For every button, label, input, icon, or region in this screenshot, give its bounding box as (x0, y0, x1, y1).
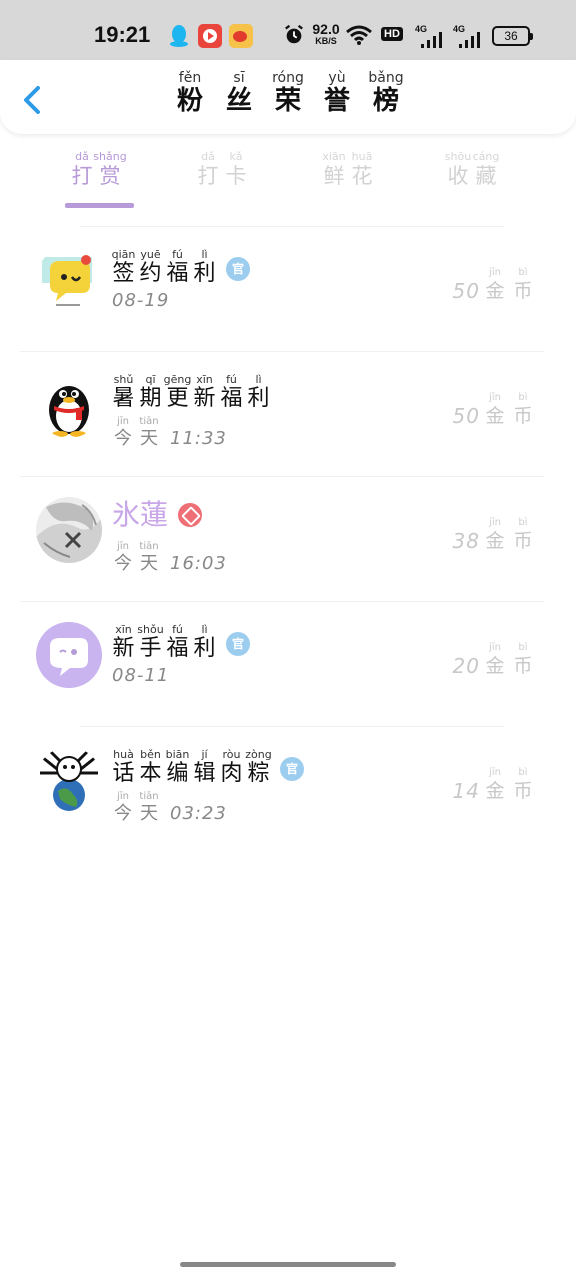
home-indicator[interactable] (180, 1262, 396, 1267)
title-char: sī 丝 (225, 70, 252, 116)
item-name: shǔ 暑 qī 期 gēng 更 xīn 新 fú 福 lì 利 (112, 373, 270, 411)
coin-amount: 50 jīn 金 bì 币 (452, 392, 533, 428)
hd-badge: HD (381, 27, 403, 41)
title-char: róng 荣 (272, 70, 304, 116)
list-item[interactable]: shǔ 暑 qī 期 gēng 更 xīn 新 fú 福 lì 利 jīn 今 tiān 天 1… (0, 351, 576, 476)
title-char: yù 誉 (323, 70, 350, 116)
item-time: 08-19 (112, 290, 170, 311)
gem-badge (178, 503, 203, 527)
item-name: huà 话 běn 本 biān 编 jí 辑 ròu 肉 zòng 粽 官 (112, 748, 304, 787)
tab-checkin[interactable]: dǎ 打 kǎ 卡 (196, 150, 248, 210)
tab-bar: dǎ 打 shǎng 赏 dǎ 打 kǎ 卡 xiān 鲜 huā 花 shōu 收 cáng… (0, 150, 576, 210)
tab-collect[interactable]: shōu 收 cáng 藏 (445, 150, 500, 210)
app-header: fěn 粉 sī 丝 róng 荣 yù 誉 bǎng 榜 (0, 60, 576, 134)
net-speed: 92.0 KB/S (312, 21, 340, 46)
list-item[interactable]: qiān 签 yuē 约 fú 福 lì 利 官 08-19 50 jīn 金 bì 币 (0, 226, 576, 351)
avatar[interactable] (36, 622, 102, 688)
item-name: xīn 新 shǒu 手 fú 福 lì 利 官 (112, 623, 250, 662)
official-badge: 官 (226, 257, 250, 281)
tab-reward[interactable]: dǎ 打 shǎng 赏 (70, 150, 127, 210)
item-name: qiān 签 yuē 约 fú 福 lì 利 官 (112, 248, 250, 287)
divider (20, 476, 544, 477)
list-item[interactable]: xīn 新 shǒu 手 fú 福 lì 利 官 08-11 20 jīn 金 bì 币 (0, 601, 576, 726)
coin-amount: 50 jīn 金 bì 币 (452, 267, 533, 303)
page-title: fěn 粉 sī 丝 róng 荣 yù 誉 bǎng 榜 (0, 70, 576, 116)
avatar[interactable] (36, 747, 102, 813)
title-char: fěn 粉 (176, 70, 203, 116)
coin-amount: 38 jīn 金 bì 币 (452, 517, 533, 553)
item-time: 08-11 (112, 665, 170, 686)
wifi-icon (345, 24, 373, 50)
video-app-icon (198, 24, 222, 48)
battery-indicator: 36 (492, 26, 533, 46)
item-time: jīn 今 tiān 天 16:03 (114, 541, 227, 574)
divider (80, 226, 504, 227)
official-badge: 官 (226, 632, 250, 656)
avatar[interactable] (36, 372, 102, 438)
item-time: jīn 今 tiān 天 11:33 (114, 416, 227, 449)
coin-amount: 20 jīn 金 bì 币 (452, 642, 533, 678)
qq-icon (167, 24, 191, 48)
coin-amount: 14 jīn 金 bì 币 (452, 767, 533, 803)
divider (80, 726, 504, 727)
avatar[interactable] (36, 247, 102, 313)
avatar[interactable] (36, 497, 102, 563)
item-name: 氷蓮 (112, 498, 203, 532)
active-tab-indicator (65, 203, 134, 208)
status-bar: 19:21 92.0 KB/S HD 4G 4G 36 (0, 0, 576, 60)
list-item[interactable]: 氷蓮 jīn 今 tiān 天 16:03 38 jīn 金 bì 币 (0, 476, 576, 601)
weibo-icon (229, 24, 253, 48)
signal-icon-1: 4G (415, 24, 445, 48)
divider (20, 351, 544, 352)
official-badge: 官 (280, 757, 304, 781)
item-time: jīn 今 tiān 天 03:23 (114, 791, 227, 824)
alarm-icon (283, 24, 307, 48)
status-time: 19:21 (94, 22, 151, 47)
title-char: bǎng 榜 (368, 70, 404, 116)
list-item[interactable]: huà 话 běn 本 biān 编 jí 辑 ròu 肉 zòng 粽 官 jīn 今 ti… (0, 726, 576, 851)
divider (20, 601, 544, 602)
tab-flowers[interactable]: xiān 鲜 huā 花 (322, 150, 374, 210)
signal-icon-2: 4G (453, 24, 483, 48)
